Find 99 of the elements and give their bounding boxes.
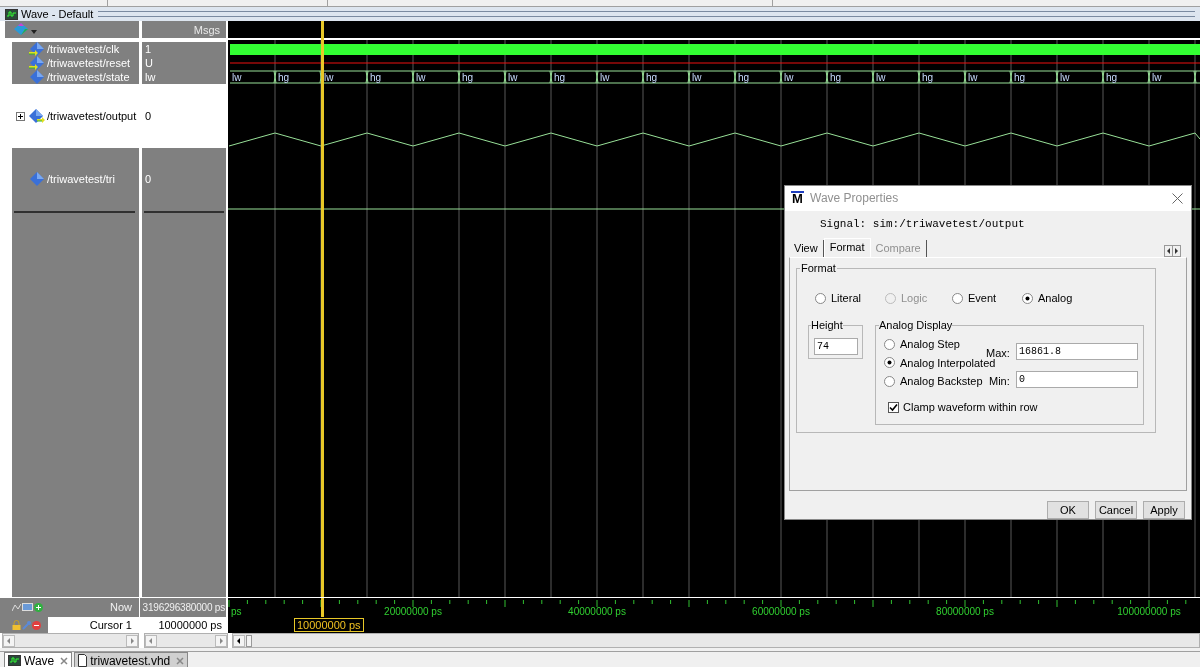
bus-value-label: hg (1014, 72, 1026, 83)
horizontal-scrollbar[interactable] (2, 633, 139, 648)
horizontal-scrollbar[interactable] (143, 633, 228, 648)
wrench-icon (22, 620, 31, 630)
radio-button[interactable] (884, 375, 895, 387)
signal-value: 0 (145, 109, 152, 123)
signal-name[interactable]: /triwavetest/tri (47, 172, 115, 186)
checkbox[interactable] (888, 401, 899, 413)
radio-label: Analog (1038, 291, 1073, 307)
max-field[interactable]: 16861.8 (1016, 343, 1138, 361)
cursor-name: Cursor 1 (89, 617, 132, 633)
signal-value: 0 (145, 172, 152, 186)
bus-value-label: lw (1152, 72, 1162, 83)
radio-button[interactable] (884, 338, 895, 350)
now-time: 3196296380000 ps (142, 601, 225, 615)
dialog-title: Wave Properties (810, 190, 900, 208)
close-icon[interactable] (1172, 192, 1183, 204)
bus-value-label: lw (876, 72, 886, 83)
window-title: Wave - Default (21, 7, 94, 21)
tab-label: Wave (24, 653, 55, 667)
bus-value-label: hg (370, 72, 382, 83)
add-icon (34, 603, 43, 612)
group-title: Height (811, 319, 843, 332)
dialog-button[interactable]: Apply (1143, 501, 1185, 519)
bus-value-label: lw (1060, 72, 1070, 83)
bus-value-label: lw (784, 72, 794, 83)
output-port-icon (29, 109, 45, 123)
min-field[interactable]: 0 (1016, 371, 1138, 389)
expand-icon[interactable] (16, 111, 25, 121)
document-tab[interactable]: triwavetest.vhd (74, 652, 189, 667)
caret-icon (31, 30, 37, 34)
app-logo: M (791, 191, 804, 206)
scroll-arrows-icon (1164, 245, 1181, 258)
time-label: 100000000 ps (1117, 606, 1181, 617)
monitor-icon (22, 603, 33, 612)
radio-label: Event (968, 291, 997, 307)
close-icon (176, 656, 185, 665)
bus-value-label: lw (324, 72, 334, 83)
bus-value-label: lw (232, 72, 242, 83)
signal-icon (29, 70, 45, 84)
input-port-icon (29, 56, 45, 70)
dialog-button[interactable]: Cancel (1095, 501, 1137, 519)
dialog-tab[interactable]: Format (823, 238, 871, 258)
tab-label: triwavetest.vhd (90, 653, 171, 667)
time-label: 20000000 ps (384, 606, 442, 617)
field-label: Min: (989, 374, 1010, 390)
dialog-button[interactable]: OK (1047, 501, 1089, 519)
radio-label: Literal (831, 291, 861, 307)
radio-button-selected[interactable] (884, 357, 895, 369)
radio-button[interactable] (815, 292, 826, 304)
bus-value-label: hg (922, 72, 934, 83)
wave-window-icon (8, 655, 21, 666)
time-label: ps (231, 606, 242, 617)
bus-value-label: lw (600, 72, 610, 83)
signal-value: lw (145, 70, 156, 84)
bus-value-label: hg (462, 72, 474, 83)
wave-window-icon (5, 8, 18, 20)
radio-button[interactable] (952, 292, 963, 304)
horizontal-scrollbar[interactable] (231, 633, 1200, 648)
radio-label: Analog Backstep (900, 374, 983, 390)
diamond-icon (14, 23, 30, 36)
bus-value-label: hg (278, 72, 290, 83)
scrollbar-thumb[interactable] (245, 634, 252, 647)
radio-button-selected[interactable] (1022, 292, 1033, 304)
bus-value-label: hg (646, 72, 658, 83)
column-header: Msgs (193, 22, 220, 37)
signal-value: U (145, 56, 153, 70)
time-label: 40000000 ps (568, 606, 626, 617)
lock-icon (12, 620, 21, 630)
signal-path: Signal: sim:/triwavetest/output (820, 216, 1026, 232)
input-port-icon (29, 42, 45, 56)
dialog-tab[interactable]: View (789, 240, 824, 258)
remove-icon (32, 620, 41, 630)
cursor-time: 10000000 ps (158, 617, 222, 633)
signal-name[interactable]: /triwavetest/output (47, 109, 137, 123)
bus-value-label: hg (738, 72, 750, 83)
now-label: Now (110, 600, 133, 616)
height-field[interactable]: 74 (814, 338, 858, 356)
cursor-marker[interactable]: 10000000 ps (294, 618, 364, 632)
bus-value-label: lw (508, 72, 518, 83)
checkbox-label: Clamp waveform within row (903, 400, 1038, 416)
signal-value: 1 (145, 42, 152, 56)
close-icon (60, 656, 69, 665)
bus-value-label: lw (692, 72, 702, 83)
waveform-icon (12, 603, 21, 612)
signal-icon (29, 172, 45, 186)
group-title: Analog Display (879, 319, 953, 332)
radio-label: Analog Step (900, 337, 960, 353)
time-label: 80000000 ps (936, 606, 994, 617)
bus-value-label: hg (1106, 72, 1118, 83)
bus-value-label: lw (416, 72, 426, 83)
bus-value-label: hg (554, 72, 566, 83)
bus-value-label: hg (830, 72, 842, 83)
bus-value-label: lw (968, 72, 978, 83)
radio-label: Logic (901, 291, 928, 307)
document-tab[interactable]: Wave (4, 652, 73, 667)
document-icon (78, 654, 88, 667)
group-title: Format (800, 262, 837, 275)
time-label: 60000000 ps (752, 606, 810, 617)
